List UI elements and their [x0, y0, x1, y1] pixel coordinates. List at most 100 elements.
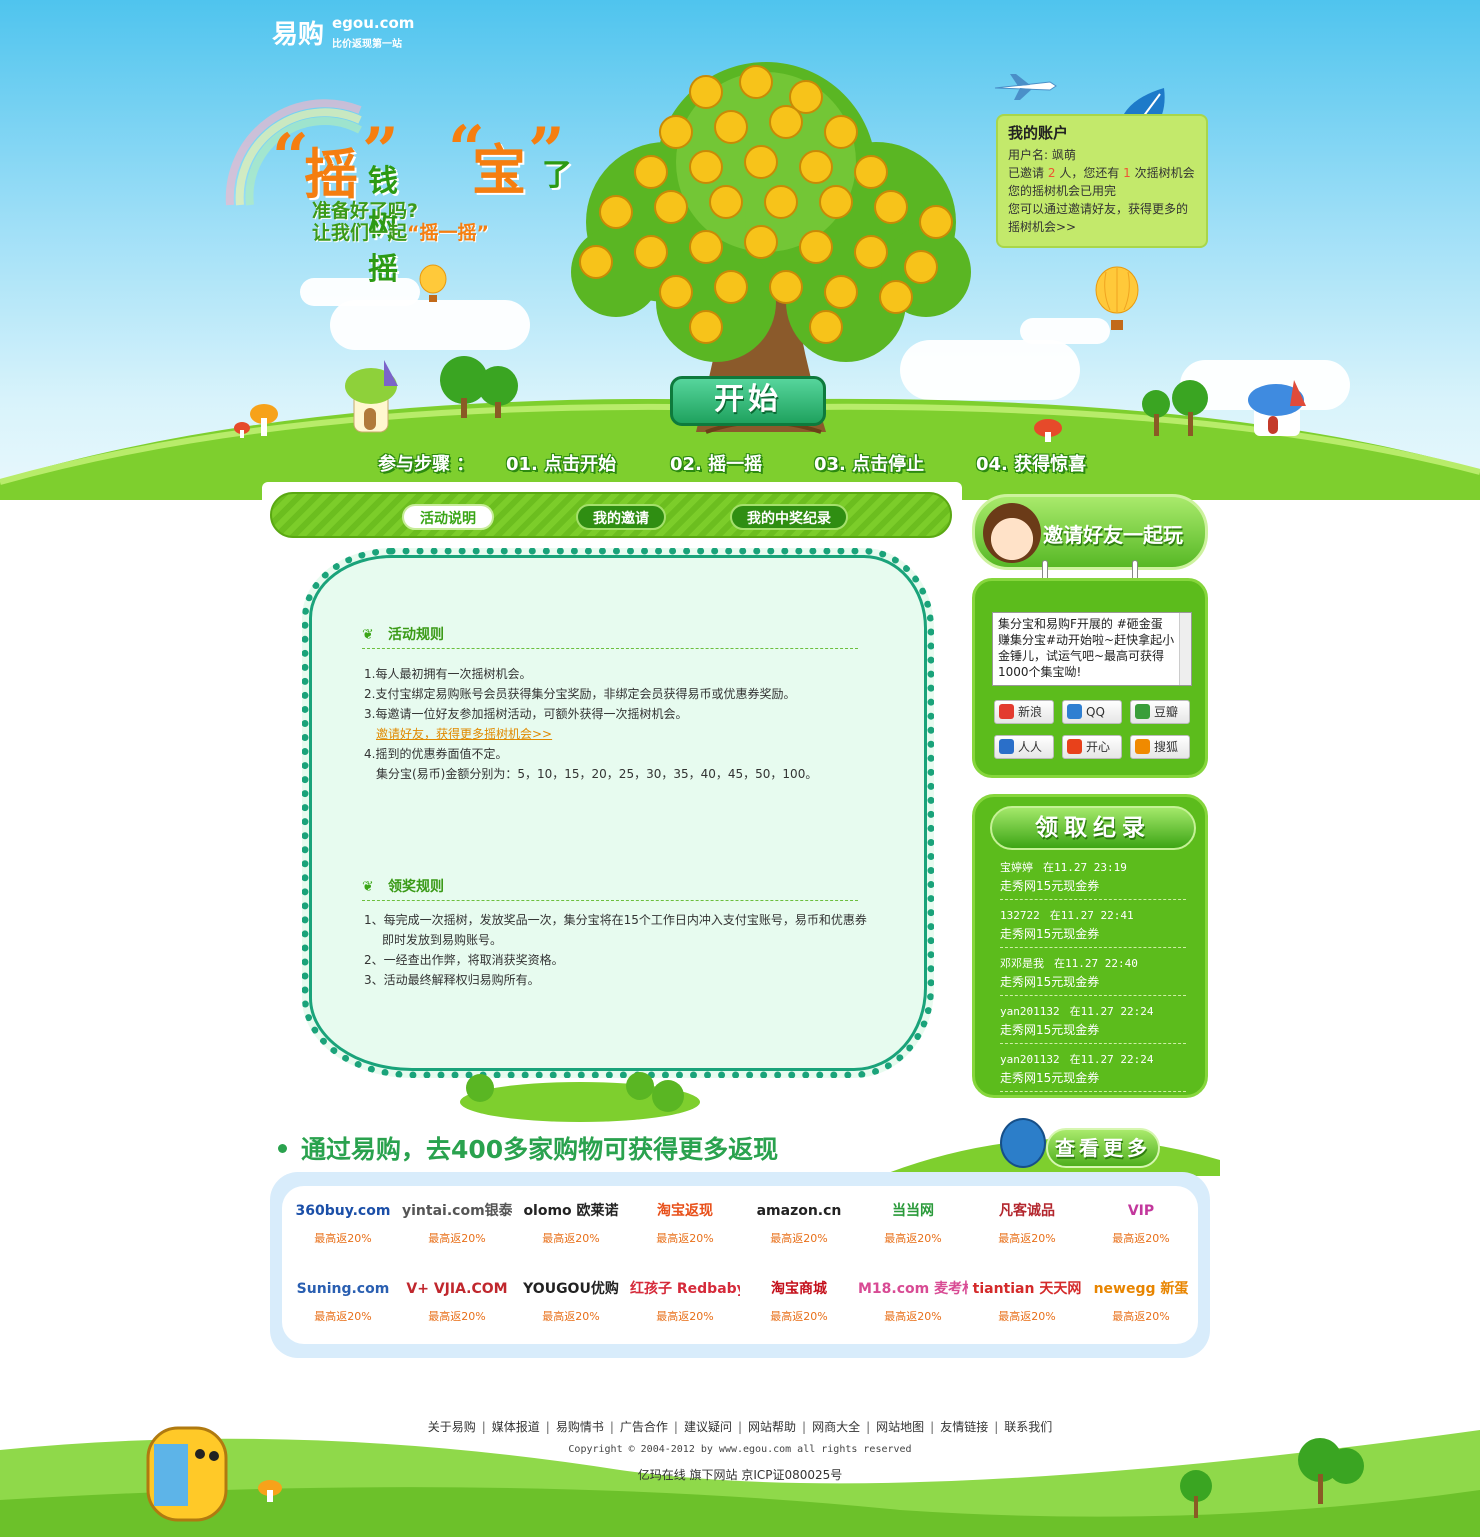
- chances-count: 1: [1123, 166, 1131, 180]
- record-item: 132722 在11.27 22:41 走秀网15元现金券: [1000, 906, 1186, 948]
- store-link[interactable]: tiantian 天天网 最高返20%: [972, 1274, 1082, 1324]
- footer-link[interactable]: 网商大全: [806, 1420, 866, 1434]
- footer-link[interactable]: 关于易购: [422, 1420, 482, 1434]
- site-logo[interactable]: 易购 egou.com 比价返现第一站: [272, 14, 414, 51]
- store-link[interactable]: V+ VJIA.COM 最高返20%: [402, 1274, 512, 1324]
- record-item: yan201132 在11.27 22:24 走秀网15元现金券: [1000, 1002, 1186, 1044]
- rule-item: 4.摇到的优惠券面值不定。: [364, 747, 508, 761]
- record-user: 132722: [1000, 909, 1040, 922]
- store-link[interactable]: 凡客诚品 最高返20%: [972, 1196, 1082, 1246]
- share-sohu-button[interactable]: 搜狐: [1130, 735, 1190, 759]
- tab-activity-info[interactable]: 活动说明: [402, 504, 494, 530]
- chances-label: 人，您还有: [1059, 166, 1120, 180]
- store-rebate: 最高返20%: [770, 1232, 828, 1245]
- sina-icon: [999, 704, 1014, 719]
- store-link[interactable]: M18.com 麦考林 最高返20%: [858, 1274, 968, 1324]
- store-link[interactable]: Suning.com 最高返20%: [288, 1274, 398, 1324]
- store-rebate: 最高返20%: [998, 1310, 1056, 1323]
- start-button[interactable]: 开始: [670, 376, 826, 426]
- promo-text: 通过易购，去400多家购物可获得更多返现: [301, 1135, 779, 1164]
- store-link[interactable]: newegg 新蛋 最高返20%: [1086, 1274, 1196, 1324]
- tab-my-invites[interactable]: 我的邀请: [576, 504, 666, 530]
- record-prize: 走秀网15元现金券: [1000, 927, 1100, 941]
- gold-coin-icon: [744, 225, 778, 259]
- hero-title-a: 摇: [304, 143, 358, 206]
- gold-coin-icon: [714, 270, 748, 304]
- gold-coin-icon: [579, 245, 613, 279]
- store-link[interactable]: 当当网 最高返20%: [858, 1196, 968, 1246]
- gold-coin-icon: [919, 205, 953, 239]
- record-item: yan201132 在11.27 22:24 走秀网15元现金券: [1000, 1050, 1186, 1092]
- mushroom-house-icon: [1248, 380, 1306, 436]
- record-prize: 走秀网15元现金券: [1000, 879, 1100, 893]
- store-link[interactable]: 淘宝商城 最高返20%: [744, 1274, 854, 1324]
- share-label: 开心: [1086, 740, 1111, 754]
- footer-link[interactable]: 广告合作: [614, 1420, 674, 1434]
- footer-link[interactable]: 媒体报道: [486, 1420, 546, 1434]
- account-line3: 您的摇树机会已用完: [1008, 184, 1117, 198]
- douban-icon: [1135, 704, 1150, 719]
- share-renren-button[interactable]: 人人: [994, 735, 1054, 759]
- store-rebate: 最高返20%: [314, 1232, 372, 1245]
- footer-link[interactable]: 易购情书: [550, 1420, 610, 1434]
- share-kaixin-button[interactable]: 开心: [1062, 735, 1122, 759]
- promo-heading: 通过易购，去400多家购物可获得更多返现: [278, 1130, 778, 1166]
- record-prize: 走秀网15元现金券: [1000, 1071, 1100, 1085]
- store-link[interactable]: YOUGOU优购 最高返20%: [516, 1274, 626, 1324]
- record-time: 在11.27 22:41: [1049, 909, 1134, 922]
- airplane-icon: [994, 74, 1057, 100]
- activity-rules-title: 活动规则: [388, 627, 444, 643]
- gold-coin-icon: [809, 310, 843, 344]
- activity-rules-heading: ❦ 活动规则: [362, 624, 858, 649]
- share-label: 人人: [1018, 740, 1043, 754]
- store-link[interactable]: 360buy.com 最高返20%: [288, 1196, 398, 1246]
- step-2: 02. 摇一摇: [670, 454, 763, 475]
- step-3: 03. 点击停止: [814, 454, 925, 475]
- store-link[interactable]: amazon.cn 最高返20%: [744, 1196, 854, 1246]
- footer-link[interactable]: 联系我们: [998, 1420, 1058, 1434]
- rule-item: 即时发放到易购账号。: [382, 933, 503, 947]
- share-label: QQ: [1086, 705, 1105, 719]
- store-link[interactable]: VIP 最高返20%: [1086, 1196, 1196, 1246]
- store-link[interactable]: 红孩子 Redbaby 最高返20%: [630, 1274, 740, 1324]
- share-douban-button[interactable]: 豆瓣: [1130, 700, 1190, 724]
- view-more-button[interactable]: 查看更多: [1046, 1128, 1160, 1168]
- chances-suffix: 次摇树机会: [1134, 166, 1195, 180]
- footer-link[interactable]: 网站帮助: [742, 1420, 802, 1434]
- footer-link[interactable]: 网站地图: [870, 1420, 930, 1434]
- store-link[interactable]: yintai.com银泰 最高返20%: [402, 1196, 512, 1246]
- gold-coin-icon: [769, 270, 803, 304]
- invite-friends-link[interactable]: 邀请好友，获得更多摇树机会>>: [376, 727, 552, 741]
- share-sina-button[interactable]: 新浪: [994, 700, 1054, 724]
- cloud: [330, 300, 530, 350]
- mascot-icon: [1000, 1118, 1046, 1168]
- store-link[interactable]: olomo 欧莱诺 最高返20%: [516, 1196, 626, 1246]
- store-link[interactable]: 淘宝返现最高返20%: [630, 1196, 740, 1246]
- store-logo: newegg 新蛋: [1093, 1281, 1189, 1297]
- gold-coin-icon: [769, 105, 803, 139]
- qq-icon: [1067, 704, 1082, 719]
- store-logo: 淘宝返现: [657, 1203, 713, 1219]
- record-time: 在11.27 22:40: [1054, 957, 1138, 970]
- gold-coin-icon: [689, 230, 723, 264]
- store-logo: 淘宝商城: [771, 1281, 827, 1297]
- gold-coin-icon: [709, 185, 743, 219]
- share-qq-button[interactable]: QQ: [1062, 700, 1122, 724]
- sprout-icon: ❦: [362, 879, 374, 895]
- logo-slogan: 比价返现第一站: [332, 39, 402, 50]
- girl-avatar: [983, 503, 1041, 563]
- share-textarea[interactable]: 集分宝和易购F开展的 #砸金蛋 赚集分宝#动开始啦~赶快拿起小金锤儿，试运气吧~…: [992, 612, 1192, 686]
- store-rebate: 最高返20%: [656, 1232, 714, 1245]
- tree-icon: [440, 356, 518, 418]
- records-title: 领取纪录: [990, 806, 1196, 850]
- record-user: yan201132: [1000, 1005, 1060, 1018]
- gold-coin-icon: [879, 280, 913, 314]
- scrollbar[interactable]: [1179, 613, 1191, 685]
- hero-subtitle: 准备好了吗? 让我们一起“摇一摇”: [312, 200, 489, 244]
- tab-my-prizes[interactable]: 我的中奖纪录: [730, 504, 848, 530]
- footer-link[interactable]: 建议疑问: [678, 1420, 738, 1434]
- mushroom-icon: [234, 404, 278, 438]
- footer-link[interactable]: 友情链接: [934, 1420, 994, 1434]
- more-chances-link[interactable]: 摇树机会>>: [1008, 220, 1076, 234]
- record-user: 邓邓是我: [1000, 957, 1044, 970]
